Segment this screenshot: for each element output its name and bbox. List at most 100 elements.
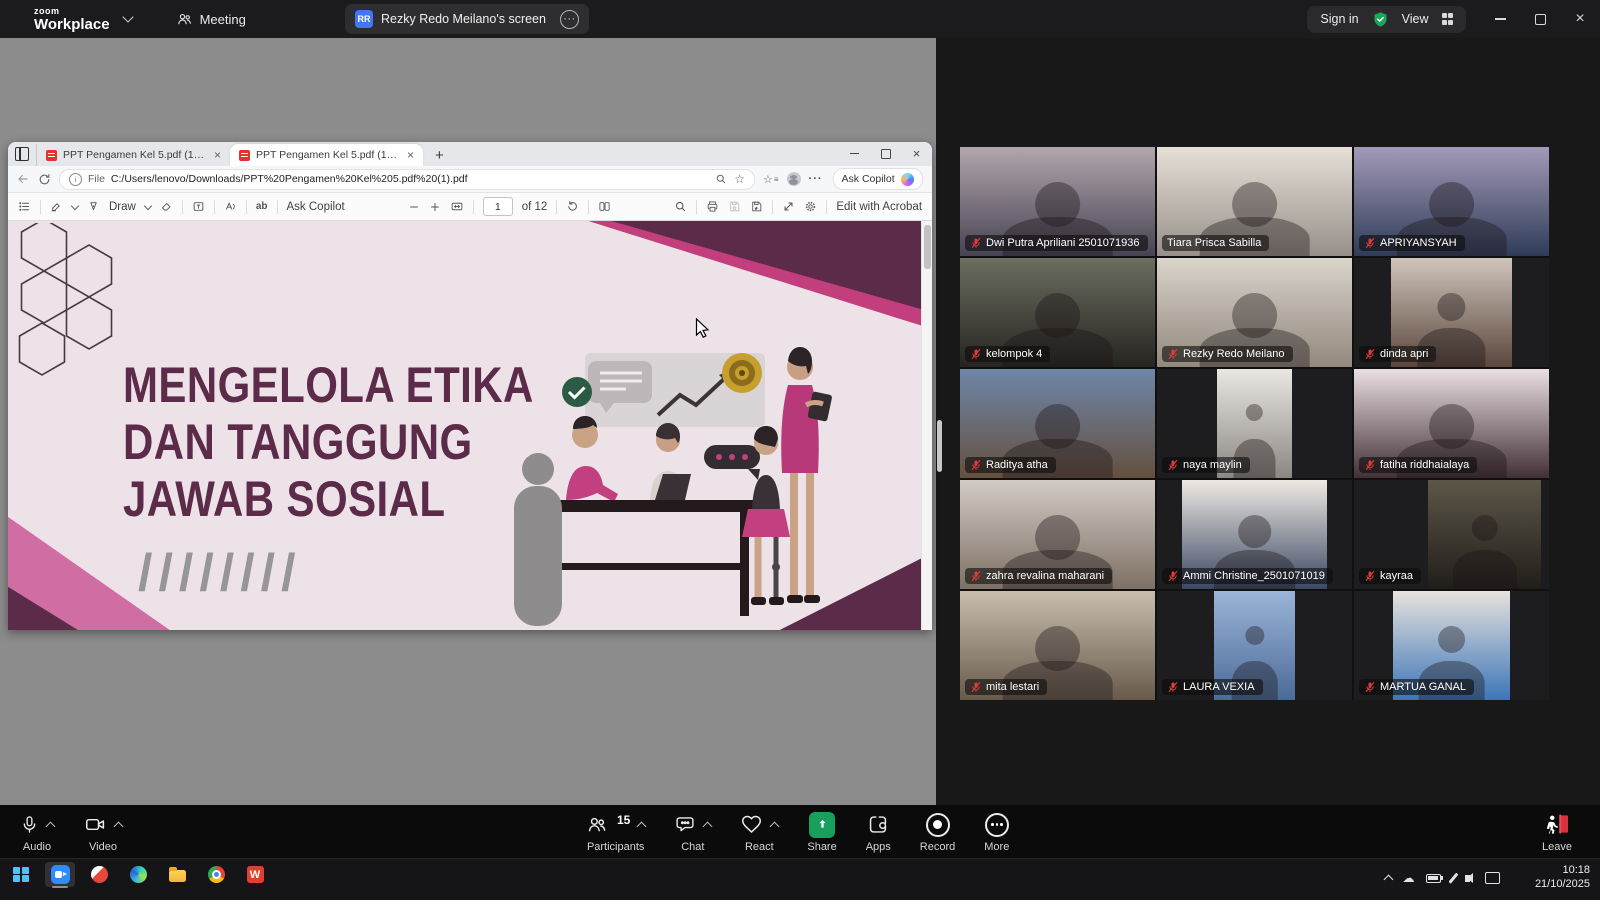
- address-input[interactable]: i File C:/Users/lenovo/Downloads/PPT%20P…: [59, 169, 755, 190]
- zoom-taskbar-icon[interactable]: [45, 862, 75, 887]
- view-grid-icon[interactable]: [1442, 13, 1454, 25]
- cloud-tray-icon[interactable]: [1403, 869, 1415, 887]
- pdf-ask-copilot-button[interactable]: Ask Copilot: [287, 201, 345, 213]
- start-taskbar-icon[interactable]: [6, 862, 36, 887]
- minimize-button[interactable]: [1480, 0, 1520, 38]
- print-icon[interactable]: [706, 200, 719, 213]
- browser-minimize-button[interactable]: [839, 153, 870, 154]
- participants-button[interactable]: 15 Participants: [586, 812, 645, 853]
- highlighter-icon[interactable]: [50, 200, 63, 213]
- pdf-search-icon[interactable]: [674, 200, 687, 213]
- ask-copilot-button[interactable]: Ask Copilot: [833, 168, 923, 190]
- read-aloud-icon[interactable]: [224, 200, 237, 213]
- back-icon[interactable]: [16, 172, 30, 186]
- participant-tile[interactable]: Ammi Christine_2501071019: [1157, 480, 1352, 589]
- workspace-chevron-icon[interactable]: [122, 11, 133, 22]
- participant-tile[interactable]: fatiha riddhaialaya: [1354, 369, 1549, 478]
- taskbar-clock[interactable]: 10:18 21/10/2025: [1535, 863, 1590, 891]
- settings-gear-icon[interactable]: [804, 200, 817, 213]
- share-scrollbar[interactable]: [937, 420, 942, 472]
- pen-tray-icon[interactable]: [1448, 873, 1458, 884]
- save-icon[interactable]: [728, 200, 741, 213]
- participant-tile[interactable]: MARTUA GANAL: [1354, 591, 1549, 700]
- volume-tray-icon[interactable]: [1465, 875, 1470, 882]
- restore-button[interactable]: [1520, 0, 1560, 38]
- share-button[interactable]: Share: [807, 812, 836, 853]
- favorite-star-icon[interactable]: ☆: [734, 173, 745, 185]
- participant-tile[interactable]: mita lestari: [960, 591, 1155, 700]
- browser-tab-2[interactable]: PPT Pengamen Kel 5.pdf (1).pdf ×: [230, 144, 423, 166]
- audio-options-caret-icon[interactable]: [46, 822, 56, 832]
- translate-icon[interactable]: ab: [256, 201, 268, 212]
- tab-options-icon[interactable]: ···: [560, 10, 579, 29]
- highlighter-chevron-icon[interactable]: [71, 201, 79, 209]
- text-box-icon[interactable]: [192, 200, 205, 213]
- browser-restore-button[interactable]: [870, 149, 901, 159]
- participants-caret-icon[interactable]: [637, 822, 647, 832]
- pdf-scrollbar[interactable]: [921, 221, 932, 630]
- save-as-icon[interactable]: [750, 200, 763, 213]
- profile-avatar-icon[interactable]: [787, 172, 801, 186]
- video-button[interactable]: Video: [84, 812, 122, 853]
- close-button[interactable]: ×: [1560, 0, 1600, 38]
- participant-tile[interactable]: kelompok 4: [960, 258, 1155, 367]
- edit-with-acrobat-button[interactable]: Edit with Acrobat: [836, 201, 922, 213]
- fullscreen-icon[interactable]: [782, 200, 795, 213]
- sign-in-button[interactable]: Sign in: [1320, 12, 1358, 26]
- browser-close-button[interactable]: ×: [901, 147, 932, 160]
- security-shield-icon[interactable]: [1372, 11, 1389, 28]
- participant-tile[interactable]: Rezky Redo Meilano: [1157, 258, 1352, 367]
- battery-tray-icon[interactable]: [1426, 874, 1441, 883]
- video-options-caret-icon[interactable]: [114, 822, 124, 832]
- new-tab-button[interactable]: +: [435, 148, 444, 163]
- zoom-out-icon[interactable]: [408, 201, 420, 213]
- draw-pen-icon[interactable]: [87, 200, 100, 213]
- cast-tray-icon[interactable]: [1485, 872, 1500, 884]
- eraser-icon[interactable]: [160, 200, 173, 213]
- apps-button[interactable]: Apps: [866, 812, 891, 853]
- participant-tile[interactable]: Tiara Prisca Sabilla: [1157, 147, 1352, 256]
- chevron-tray-icon[interactable]: [1383, 874, 1393, 884]
- chat-button[interactable]: Chat: [674, 812, 711, 853]
- files-taskbar-icon[interactable]: [162, 862, 192, 887]
- browser-tab-1[interactable]: PPT Pengamen Kel 5.pdf (1).pdf ×: [36, 144, 230, 166]
- draw-label[interactable]: Draw: [109, 201, 136, 213]
- participant-tile[interactable]: LAURA VEXIA: [1157, 591, 1352, 700]
- edge-taskbar-icon[interactable]: [123, 862, 153, 887]
- leave-button[interactable]: Leave: [1542, 812, 1572, 853]
- rotate-icon[interactable]: [566, 200, 579, 213]
- page-number-input[interactable]: [483, 197, 513, 216]
- info-icon[interactable]: i: [69, 173, 82, 186]
- browser-menu-icon[interactable]: ···: [809, 173, 823, 185]
- pdf-scroll-thumb[interactable]: [924, 225, 931, 269]
- participant-tile[interactable]: Dwi Putra Apriliani 2501071936: [960, 147, 1155, 256]
- zoom-in-icon[interactable]: [429, 201, 441, 213]
- tab-actions-button[interactable]: [8, 142, 36, 166]
- chat-caret-icon[interactable]: [703, 822, 713, 832]
- participant-tile[interactable]: zahra revalina maharani: [960, 480, 1155, 589]
- page-view-icon[interactable]: [598, 200, 611, 213]
- refresh-icon[interactable]: [38, 173, 51, 186]
- participant-tile[interactable]: Raditya atha: [960, 369, 1155, 478]
- search-icon[interactable]: [715, 173, 727, 185]
- tab-close-icon[interactable]: ×: [214, 149, 221, 161]
- participant-tile[interactable]: dinda apri: [1354, 258, 1549, 367]
- fit-width-icon[interactable]: [450, 200, 464, 213]
- chrome-taskbar-icon[interactable]: [201, 862, 231, 887]
- participant-tile[interactable]: kayraa: [1354, 480, 1549, 589]
- collections-icon[interactable]: ☆≡: [763, 173, 779, 186]
- react-caret-icon[interactable]: [770, 822, 780, 832]
- tab-meeting[interactable]: Meeting: [176, 11, 246, 27]
- record-button[interactable]: Record: [920, 812, 955, 853]
- audio-button[interactable]: Audio: [20, 812, 54, 853]
- wps-taskbar-icon[interactable]: W: [240, 862, 270, 887]
- view-button[interactable]: View: [1402, 12, 1429, 26]
- tab-close-icon[interactable]: ×: [407, 149, 414, 161]
- draw-chevron-icon[interactable]: [144, 201, 152, 209]
- tab-screen-share[interactable]: RR Rezky Redo Meilano's screen ···: [345, 4, 589, 34]
- participant-tile[interactable]: naya maylin: [1157, 369, 1352, 478]
- participant-tile[interactable]: APRIYANSYAH: [1354, 147, 1549, 256]
- toc-icon[interactable]: [18, 200, 31, 213]
- react-button[interactable]: React: [740, 812, 778, 853]
- more-button[interactable]: More: [984, 812, 1009, 853]
